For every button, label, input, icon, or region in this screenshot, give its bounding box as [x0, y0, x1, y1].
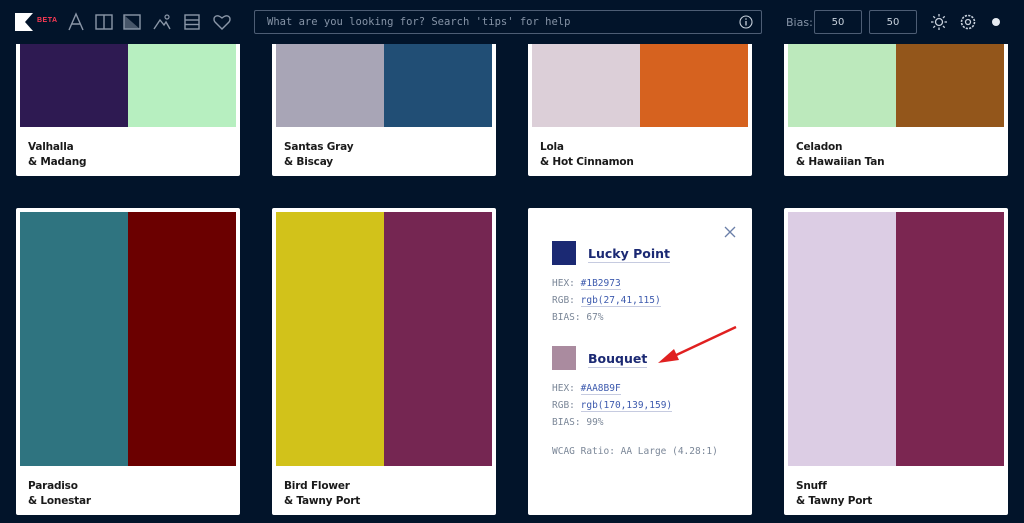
- bias-value: 99%: [586, 417, 604, 428]
- color-pair-card[interactable]: Paradiso & Lonestar: [16, 208, 240, 515]
- heart-icon[interactable]: [212, 12, 232, 32]
- bias-label: BIAS:: [552, 417, 581, 428]
- color-name-1: Valhalla: [28, 141, 74, 153]
- bias-input-1[interactable]: [814, 10, 862, 34]
- card-label: Bird Flower & Tawny Port: [284, 479, 360, 509]
- color-1-rgb-row: RGB: rgb(27,41,115): [552, 295, 661, 307]
- color-2-bias-row: BIAS: 99%: [552, 417, 604, 428]
- color-name-1: Paradiso: [28, 480, 78, 492]
- annotation-arrow-icon: [658, 325, 737, 363]
- bias-value: 67%: [586, 312, 604, 323]
- card-label: Celadon & Hawaiian Tan: [796, 140, 885, 170]
- swatch-2[interactable]: [128, 38, 236, 127]
- top-toolbar: BETA Bias:: [0, 0, 1024, 44]
- color-2-name[interactable]: Bouquet: [588, 351, 648, 368]
- swatch-pair: [532, 38, 748, 127]
- color-name-2: & Hawaiian Tan: [796, 156, 885, 168]
- bias-label: BIAS:: [552, 312, 581, 323]
- swatch-1[interactable]: [532, 38, 640, 127]
- swatch-1[interactable]: [276, 38, 384, 127]
- color-name-2: & Biscay: [284, 156, 333, 168]
- columns-icon[interactable]: [94, 12, 114, 32]
- hex-label: HEX:: [552, 278, 575, 289]
- font-icon[interactable]: [66, 12, 86, 32]
- gradient-icon[interactable]: [122, 12, 142, 32]
- rgb-label: RGB:: [552, 295, 575, 306]
- dot-icon[interactable]: [986, 12, 1006, 32]
- color-name-1: Santas Gray: [284, 141, 354, 153]
- swatch-2[interactable]: [384, 212, 492, 466]
- color-name-1: Lola: [540, 141, 564, 153]
- swatch-1[interactable]: [788, 212, 896, 466]
- color-pair-card[interactable]: Bird Flower & Tawny Port: [272, 208, 496, 515]
- hex-value[interactable]: #AA8B9F: [580, 383, 621, 395]
- color-1-swatch[interactable]: [552, 241, 576, 265]
- color-name-1: Celadon: [796, 141, 843, 153]
- color-1-hex-row: HEX: #1B2973: [552, 278, 621, 290]
- card-label: Snuff & Tawny Port: [796, 479, 872, 509]
- swatch-2[interactable]: [128, 212, 236, 466]
- color-1-name[interactable]: Lucky Point: [588, 246, 670, 263]
- swatch-pair: [20, 38, 236, 127]
- card-label: Paradiso & Lonestar: [28, 479, 91, 509]
- image-icon[interactable]: [152, 12, 172, 32]
- hex-label: HEX:: [552, 383, 575, 394]
- color-2-hex-row: HEX: #AA8B9F: [552, 383, 621, 395]
- color-name-2: & Madang: [28, 156, 87, 168]
- close-icon[interactable]: [724, 226, 736, 238]
- card-label: Lola & Hot Cinnamon: [540, 140, 634, 170]
- info-icon[interactable]: [739, 15, 753, 29]
- color-name-2: & Tawny Port: [284, 495, 361, 507]
- color-name-1: Bird Flower: [284, 480, 350, 492]
- color-pair-card[interactable]: Santas Gray & Biscay: [272, 38, 496, 176]
- rgb-value[interactable]: rgb(170,139,159): [580, 400, 673, 412]
- color-name-2: & Hot Cinnamon: [540, 156, 634, 168]
- card-label: Santas Gray & Biscay: [284, 140, 354, 170]
- swatch-pair: [20, 212, 236, 466]
- swatch-1[interactable]: [276, 212, 384, 466]
- hex-value[interactable]: #1B2973: [580, 278, 621, 290]
- rgb-label: RGB:: [552, 400, 575, 411]
- color-pair-card[interactable]: Celadon & Hawaiian Tan: [784, 38, 1008, 176]
- color-pair-card[interactable]: Valhalla & Madang: [16, 38, 240, 176]
- beta-badge: BETA: [37, 17, 58, 24]
- card-label: Valhalla & Madang: [28, 140, 87, 170]
- color-1-bias-row: BIAS: 67%: [552, 312, 604, 323]
- color-2-swatch[interactable]: [552, 346, 576, 370]
- swatch-1[interactable]: [20, 212, 128, 466]
- swatch-pair: [788, 38, 1004, 127]
- swatch-pair: [788, 212, 1004, 466]
- logo-icon[interactable]: [14, 12, 34, 32]
- search-box[interactable]: [254, 10, 762, 34]
- bias-input-2[interactable]: [869, 10, 917, 34]
- wcag-ratio: WCAG Ratio: AA Large (4.28:1): [552, 446, 718, 457]
- swatch-pair: [276, 212, 492, 466]
- search-input[interactable]: [267, 16, 739, 28]
- swatch-2[interactable]: [640, 38, 748, 127]
- bias-label: Bias:: [786, 16, 813, 29]
- swatch-pair: [276, 38, 492, 127]
- swatch-1[interactable]: [20, 38, 128, 127]
- color-name-1: Snuff: [796, 480, 827, 492]
- color-pair-card[interactable]: Lola & Hot Cinnamon: [528, 38, 752, 176]
- sun-icon[interactable]: [929, 12, 949, 32]
- color-2-rgb-row: RGB: rgb(170,139,159): [552, 400, 673, 412]
- list-icon[interactable]: [182, 12, 202, 32]
- swatch-2[interactable]: [896, 212, 1004, 466]
- settings-icon[interactable]: [958, 12, 978, 32]
- color-pair-card[interactable]: Snuff & Tawny Port: [784, 208, 1008, 515]
- color-name-2: & Lonestar: [28, 495, 91, 507]
- swatch-1[interactable]: [788, 38, 896, 127]
- color-name-2: & Tawny Port: [796, 495, 873, 507]
- rgb-value[interactable]: rgb(27,41,115): [580, 295, 661, 307]
- swatch-2[interactable]: [896, 38, 1004, 127]
- swatch-2[interactable]: [384, 38, 492, 127]
